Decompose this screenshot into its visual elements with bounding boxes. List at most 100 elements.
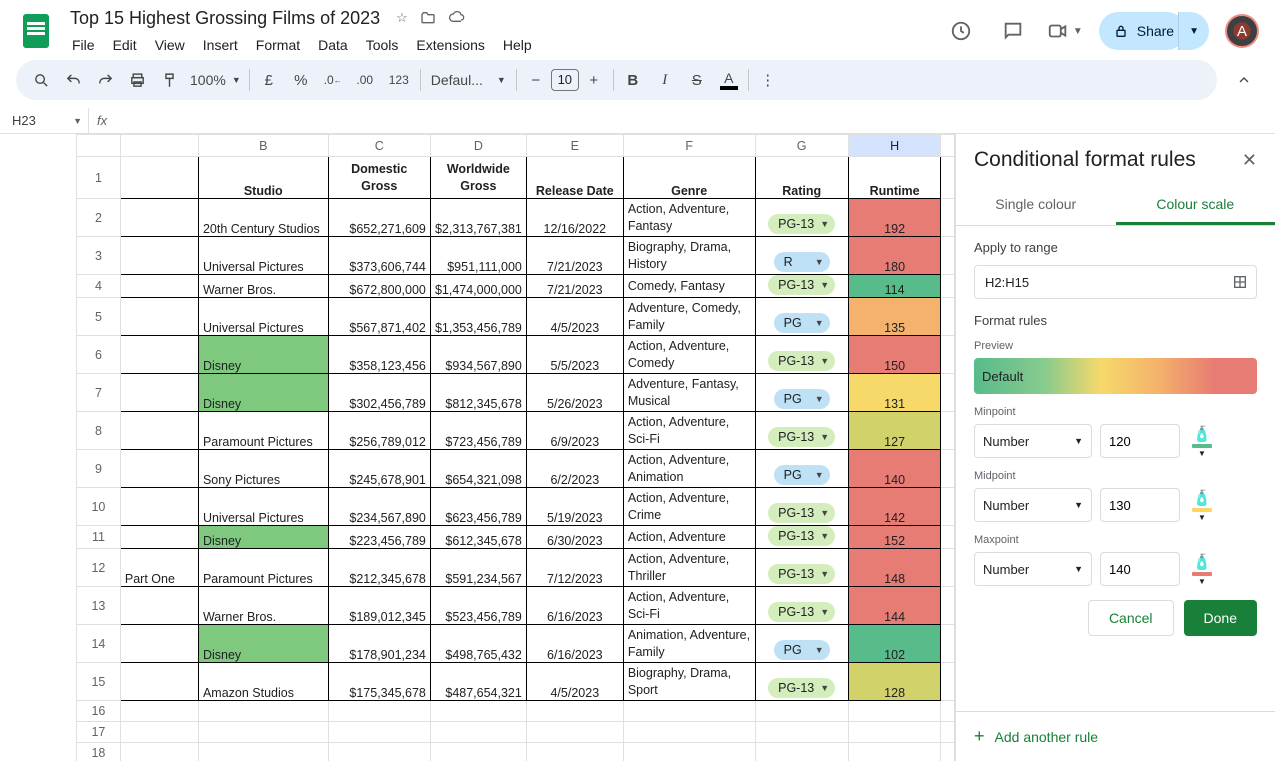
cell-studio[interactable]: Amazon Studios [198, 663, 328, 701]
row-header[interactable]: 2 [77, 199, 121, 237]
cell-a[interactable] [120, 275, 198, 298]
col-header[interactable]: B [198, 135, 328, 157]
rating-pill[interactable]: PG▼ [774, 389, 830, 409]
cell-studio[interactable]: Universal Pictures [198, 488, 328, 526]
cell-runtime[interactable]: 127 [848, 412, 941, 450]
cell-rating[interactable]: PG▼ [755, 298, 848, 336]
redo-icon[interactable] [90, 65, 120, 95]
cell-date[interactable]: 4/5/2023 [526, 298, 623, 336]
cell-rating[interactable]: PG▼ [755, 625, 848, 663]
cell-rating[interactable]: PG-13▼ [755, 275, 848, 298]
cell-worldwide[interactable]: $498,765,432 [430, 625, 526, 663]
cell-studio[interactable]: Disney [198, 625, 328, 663]
row-header[interactable]: 1 [77, 157, 121, 199]
cell-a[interactable] [120, 526, 198, 549]
cell-genre[interactable]: Comedy, Fantasy [623, 275, 755, 298]
cell-date[interactable]: 6/16/2023 [526, 587, 623, 625]
cell-studio[interactable]: Warner Bros. [198, 275, 328, 298]
cell-date[interactable]: 7/21/2023 [526, 237, 623, 275]
cell-domestic[interactable]: $567,871,402 [328, 298, 430, 336]
print-icon[interactable] [122, 65, 152, 95]
cell[interactable] [526, 743, 623, 761]
col-header[interactable]: F [623, 135, 755, 157]
meet-icon[interactable]: ▼ [1047, 13, 1083, 49]
cell-domestic[interactable]: $256,789,012 [328, 412, 430, 450]
cell-genre[interactable]: Adventure, Comedy, Family [623, 298, 755, 336]
cell-domestic[interactable]: $245,678,901 [328, 450, 430, 488]
cancel-button[interactable]: Cancel [1088, 600, 1174, 636]
cell[interactable] [941, 701, 955, 722]
header-cell[interactable]: Studio [198, 157, 328, 199]
row-header[interactable]: 15 [77, 663, 121, 701]
cell-studio[interactable]: Disney [198, 374, 328, 412]
cell-worldwide[interactable]: $591,234,567 [430, 549, 526, 587]
cell-a[interactable] [120, 412, 198, 450]
row-header[interactable]: 4 [77, 275, 121, 298]
row-header[interactable]: 17 [77, 722, 121, 743]
cell-studio[interactable]: Warner Bros. [198, 587, 328, 625]
cell-domestic[interactable]: $212,345,678 [328, 549, 430, 587]
row-header[interactable]: 3 [77, 237, 121, 275]
header-cell[interactable]: Runtime [848, 157, 941, 199]
cell[interactable] [120, 722, 198, 743]
cell-rating[interactable]: PG-13▼ [755, 663, 848, 701]
cell-studio[interactable]: Universal Pictures [198, 298, 328, 336]
cell-runtime[interactable]: 152 [848, 526, 941, 549]
rating-pill[interactable]: PG-13▼ [768, 214, 835, 234]
cell-genre[interactable]: Action, Adventure, Animation [623, 450, 755, 488]
menu-tools[interactable]: Tools [358, 33, 407, 57]
cell-domestic[interactable]: $234,567,890 [328, 488, 430, 526]
tab-colour-scale[interactable]: Colour scale [1116, 186, 1275, 225]
row-header[interactable]: 14 [77, 625, 121, 663]
minpoint-color-picker[interactable]: 🧴▼ [1188, 425, 1216, 458]
cell-runtime[interactable]: 135 [848, 298, 941, 336]
rating-pill[interactable]: PG▼ [774, 640, 830, 660]
cell-rating[interactable]: PG-13▼ [755, 587, 848, 625]
cell[interactable] [848, 743, 941, 761]
font-size-increase[interactable]: + [579, 65, 609, 95]
cell-rating[interactable]: PG-13▼ [755, 412, 848, 450]
cell-rating[interactable]: PG-13▼ [755, 199, 848, 237]
cell-worldwide[interactable]: $654,321,098 [430, 450, 526, 488]
paint-format-icon[interactable] [154, 65, 184, 95]
cell[interactable] [430, 743, 526, 761]
menu-file[interactable]: File [64, 33, 103, 57]
decrease-decimal-icon[interactable]: .0← [318, 65, 348, 95]
cell-worldwide[interactable]: $487,654,321 [430, 663, 526, 701]
row-header[interactable]: 13 [77, 587, 121, 625]
cell-studio[interactable]: Disney [198, 526, 328, 549]
row-header[interactable]: 11 [77, 526, 121, 549]
cell-runtime[interactable]: 131 [848, 374, 941, 412]
row-header[interactable]: 9 [77, 450, 121, 488]
row-header[interactable]: 8 [77, 412, 121, 450]
menu-view[interactable]: View [147, 33, 193, 57]
history-icon[interactable] [943, 13, 979, 49]
cell-domestic[interactable]: $175,345,678 [328, 663, 430, 701]
cell-domestic[interactable]: $302,456,789 [328, 374, 430, 412]
font-size-input[interactable]: 10 [551, 69, 579, 91]
format-number-icon[interactable]: 123 [382, 65, 416, 95]
preview-bar[interactable]: Default [974, 358, 1257, 394]
percent-icon[interactable]: % [286, 65, 316, 95]
cell[interactable] [198, 701, 328, 722]
row-header[interactable]: 10 [77, 488, 121, 526]
search-icon[interactable] [26, 65, 56, 95]
cell-genre[interactable]: Animation, Adventure, Family [623, 625, 755, 663]
cell[interactable] [430, 701, 526, 722]
cell-worldwide[interactable]: $2,313,767,381 [430, 199, 526, 237]
cell-rating[interactable]: PG▼ [755, 450, 848, 488]
cell-studio[interactable]: 20th Century Studios [198, 199, 328, 237]
cell-worldwide[interactable]: $1,474,000,000 [430, 275, 526, 298]
rating-pill[interactable]: PG-13▼ [768, 503, 835, 523]
row-header[interactable]: 6 [77, 336, 121, 374]
cell[interactable] [328, 722, 430, 743]
tab-single-colour[interactable]: Single colour [956, 186, 1116, 225]
cell-genre[interactable]: Biography, Drama, Sport [623, 663, 755, 701]
cell-genre[interactable]: Biography, Drama, History [623, 237, 755, 275]
cell-a[interactable] [120, 450, 198, 488]
cell-genre[interactable]: Adventure, Fantasy, Musical [623, 374, 755, 412]
star-icon[interactable]: ☆ [396, 10, 408, 26]
cell-genre[interactable]: Action, Adventure, Crime [623, 488, 755, 526]
cell[interactable] [941, 743, 955, 761]
rating-pill[interactable]: PG-13▼ [768, 427, 835, 447]
